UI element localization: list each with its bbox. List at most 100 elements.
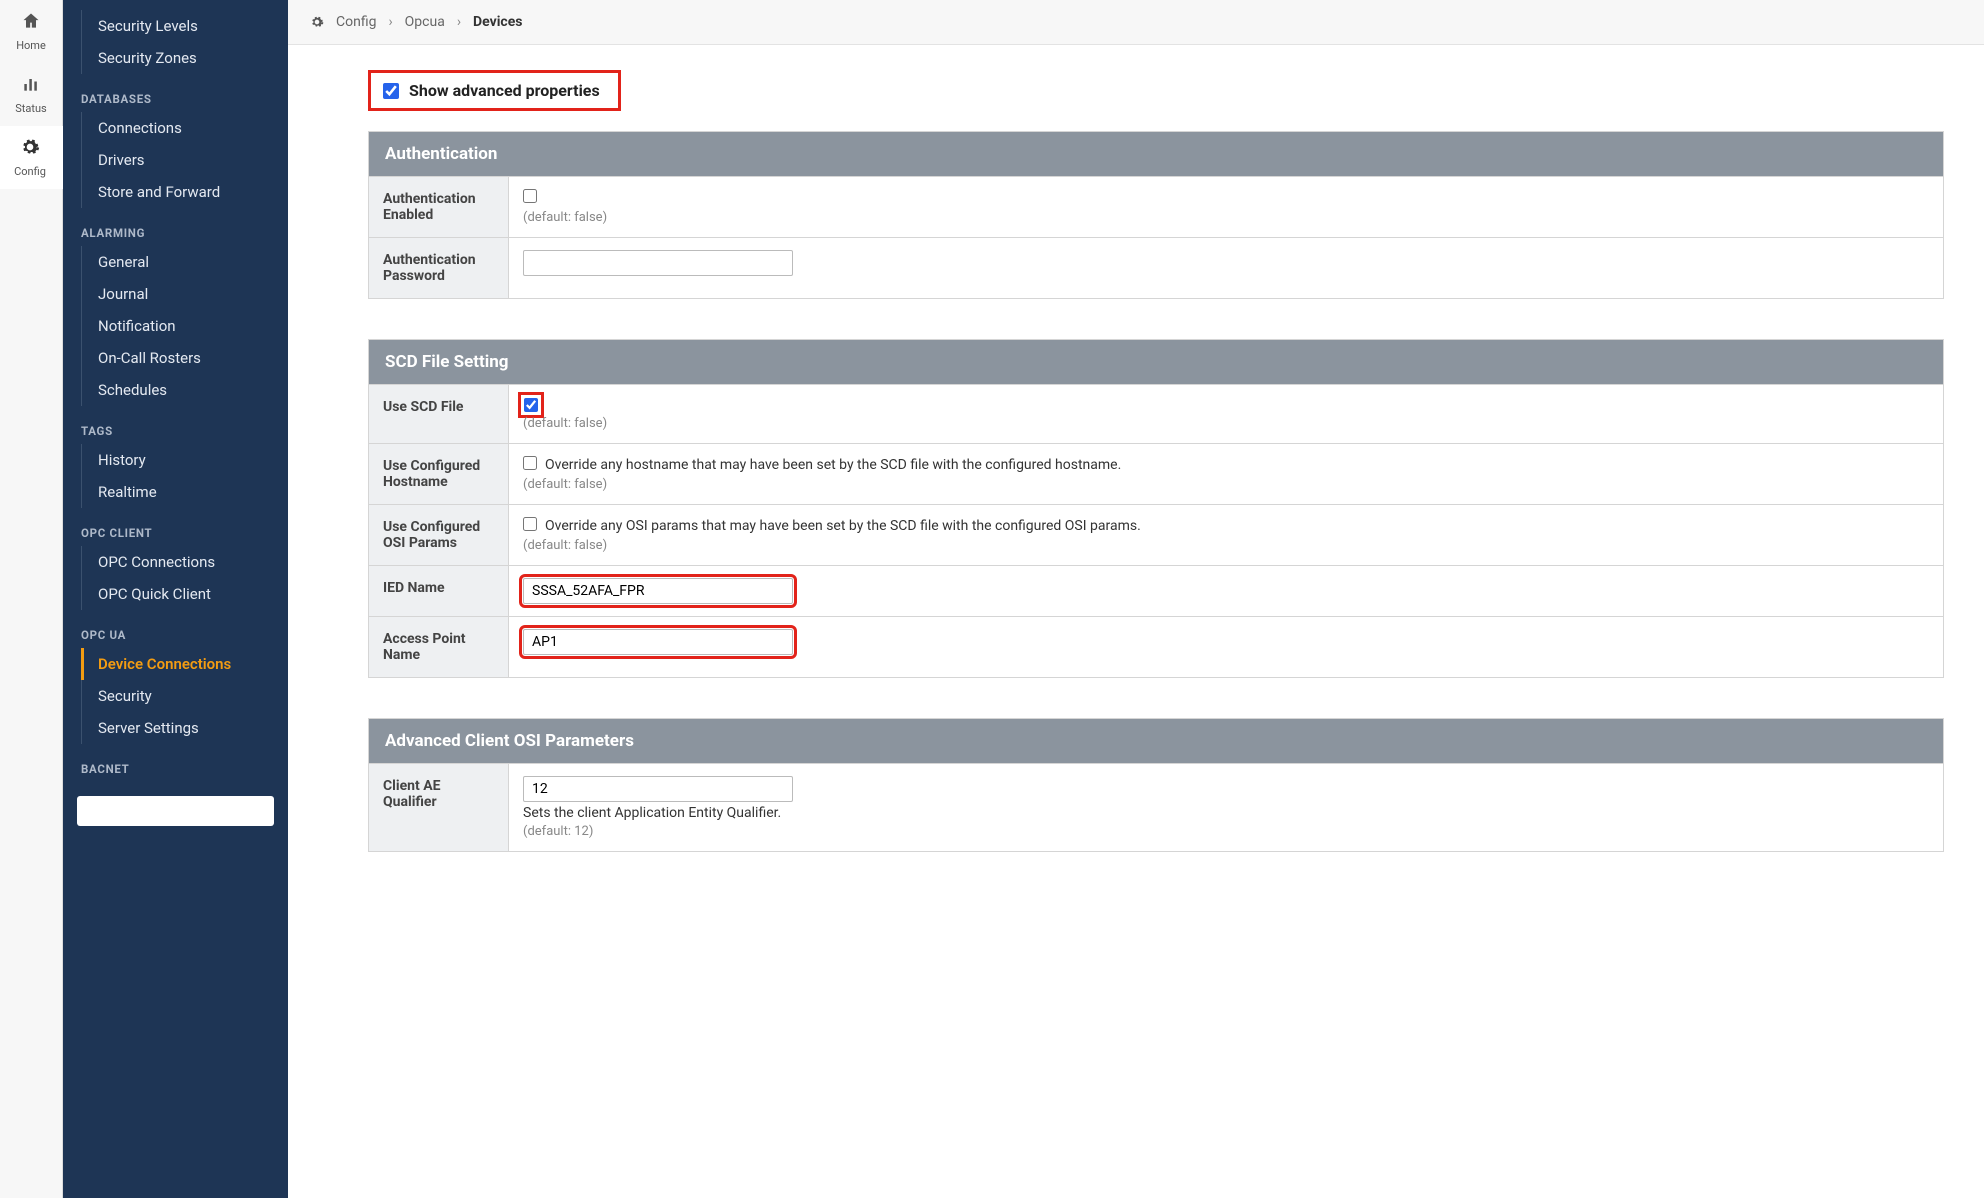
field-label: Access Point Name bbox=[369, 617, 509, 677]
breadcrumb: Config › Opcua › Devices bbox=[288, 0, 1984, 45]
rail-home-label: Home bbox=[16, 39, 46, 52]
rail-status-label: Status bbox=[15, 102, 46, 115]
field-label: Authentication Password bbox=[369, 238, 509, 298]
sidebar-group: OPC ConnectionsOPC Quick Client bbox=[81, 546, 288, 610]
sidebar-section-header: OPC UA bbox=[63, 610, 288, 648]
field-row: Authentication Password bbox=[369, 237, 1943, 298]
section-header: Advanced Client OSI Parameters bbox=[369, 719, 1943, 763]
sidebar-section-header: OPC CLIENT bbox=[63, 508, 288, 546]
sidebar-item[interactable]: Server Settings bbox=[81, 712, 288, 744]
sidebar-section-header: TAGS bbox=[63, 406, 288, 444]
form-section: AuthenticationAuthentication Enabled(def… bbox=[368, 131, 1944, 299]
field-default-hint: (default: false) bbox=[523, 477, 1929, 492]
sidebar-item[interactable]: Security Levels bbox=[81, 10, 288, 42]
sidebar-group: Device ConnectionsSecurityServer Setting… bbox=[81, 648, 288, 744]
field-value: Sets the client Application Entity Quali… bbox=[509, 764, 1943, 851]
field-text-input[interactable] bbox=[523, 776, 793, 802]
sidebar-item[interactable]: Realtime bbox=[81, 476, 288, 508]
show-advanced-checkbox[interactable] bbox=[383, 83, 399, 99]
sidebar-group: GeneralJournalNotificationOn-Call Roster… bbox=[81, 246, 288, 406]
sidebar-section-header: BACNET bbox=[63, 744, 288, 782]
field-checkbox[interactable] bbox=[523, 456, 537, 470]
field-row: Client AE Qualifier Sets the client Appli… bbox=[369, 763, 1943, 851]
checkbox-wrapper bbox=[523, 397, 539, 413]
sidebar-item[interactable]: Journal bbox=[81, 278, 288, 310]
field-inline-text: Override any OSI params that may have be… bbox=[545, 518, 1141, 534]
sidebar-item[interactable]: Security Zones bbox=[81, 42, 288, 74]
sidebar-search-box[interactable] bbox=[77, 796, 274, 826]
left-rail: Home Status Config bbox=[0, 0, 63, 1198]
section-header: Authentication bbox=[369, 132, 1943, 176]
field-checkbox[interactable] bbox=[523, 517, 537, 531]
field-default-hint: (default: false) bbox=[523, 538, 1929, 553]
sidebar: Security LevelsSecurity Zones DATABASESC… bbox=[63, 0, 288, 1198]
home-icon bbox=[21, 11, 41, 35]
chevron-right-icon: › bbox=[457, 14, 461, 30]
field-helper-text: Sets the client Application Entity Quali… bbox=[523, 805, 1929, 821]
sidebar-top-group: Security LevelsSecurity Zones bbox=[81, 10, 288, 74]
field-label: Use SCD File bbox=[369, 385, 509, 443]
field-default-hint: (default: false) bbox=[523, 210, 1929, 225]
gear-icon bbox=[20, 137, 40, 161]
bar-chart-icon bbox=[21, 74, 41, 98]
field-value: (default: false) bbox=[509, 177, 1943, 237]
show-advanced-row: Show advanced properties bbox=[368, 70, 621, 111]
form-section: SCD File SettingUse SCD File (default: fa… bbox=[368, 339, 1944, 678]
field-value bbox=[509, 566, 1943, 616]
sidebar-item[interactable]: Store and Forward bbox=[81, 176, 288, 208]
sidebar-item[interactable]: Notification bbox=[81, 310, 288, 342]
field-row: Use SCD File (default: false) bbox=[369, 384, 1943, 443]
sidebar-section-header: ALARMING bbox=[63, 208, 288, 246]
field-value: Override any hostname that may have been… bbox=[509, 444, 1943, 504]
content: Show advanced properties AuthenticationA… bbox=[368, 45, 1944, 952]
breadcrumb-current: Devices bbox=[473, 14, 522, 30]
sidebar-item[interactable]: Device Connections bbox=[81, 648, 288, 680]
sidebar-item[interactable]: Connections bbox=[81, 112, 288, 144]
field-default-hint: (default: false) bbox=[523, 416, 1929, 431]
field-inline-text: Override any hostname that may have been… bbox=[545, 457, 1121, 473]
sidebar-group: ConnectionsDriversStore and Forward bbox=[81, 112, 288, 208]
chevron-right-icon: › bbox=[388, 14, 392, 30]
show-advanced-label[interactable]: Show advanced properties bbox=[409, 81, 600, 100]
field-row: IED Name bbox=[369, 565, 1943, 616]
field-value: Override any OSI params that may have be… bbox=[509, 505, 1943, 565]
field-value: (default: false) bbox=[509, 385, 1943, 443]
sidebar-item[interactable]: Security bbox=[81, 680, 288, 712]
field-label: Use Configured OSI Params bbox=[369, 505, 509, 565]
sidebar-item[interactable]: On-Call Rosters bbox=[81, 342, 288, 374]
rail-status[interactable]: Status bbox=[0, 63, 62, 126]
sidebar-item[interactable]: OPC Connections bbox=[81, 546, 288, 578]
breadcrumb-gear-icon bbox=[310, 14, 324, 30]
sidebar-group: HistoryRealtime bbox=[81, 444, 288, 508]
rail-config[interactable]: Config bbox=[0, 126, 63, 189]
field-label: IED Name bbox=[369, 566, 509, 616]
field-label: Use Configured Hostname bbox=[369, 444, 509, 504]
sidebar-item[interactable]: OPC Quick Client bbox=[81, 578, 288, 610]
field-row: Use Configured OSI Params Override any OS… bbox=[369, 504, 1943, 565]
sidebar-item[interactable]: History bbox=[81, 444, 288, 476]
rail-config-label: Config bbox=[14, 165, 46, 178]
checkbox-wrapper bbox=[523, 517, 537, 535]
field-text-input[interactable] bbox=[523, 629, 793, 655]
field-value bbox=[509, 238, 1943, 298]
field-label: Client AE Qualifier bbox=[369, 764, 509, 851]
form-section: Advanced Client OSI ParametersClient AE … bbox=[368, 718, 1944, 852]
breadcrumb-root[interactable]: Config bbox=[336, 14, 376, 30]
field-text-input[interactable] bbox=[523, 250, 793, 276]
field-checkbox[interactable] bbox=[523, 189, 537, 203]
checkbox-wrapper bbox=[523, 189, 537, 207]
field-default-hint: (default: 12) bbox=[523, 824, 1929, 839]
main: Config › Opcua › Devices Show advanced p… bbox=[288, 0, 1984, 1198]
checkbox-wrapper bbox=[523, 456, 537, 474]
sidebar-item[interactable]: Drivers bbox=[81, 144, 288, 176]
field-row: Authentication Enabled(default: false) bbox=[369, 176, 1943, 237]
sidebar-item[interactable]: General bbox=[81, 246, 288, 278]
field-checkbox[interactable] bbox=[524, 398, 538, 412]
sidebar-item[interactable]: Schedules bbox=[81, 374, 288, 406]
field-row: Access Point Name bbox=[369, 616, 1943, 677]
field-row: Use Configured Hostname Override any host… bbox=[369, 443, 1943, 504]
rail-home[interactable]: Home bbox=[0, 0, 62, 63]
breadcrumb-mid[interactable]: Opcua bbox=[405, 14, 445, 30]
section-header: SCD File Setting bbox=[369, 340, 1943, 384]
field-text-input[interactable] bbox=[523, 578, 793, 604]
